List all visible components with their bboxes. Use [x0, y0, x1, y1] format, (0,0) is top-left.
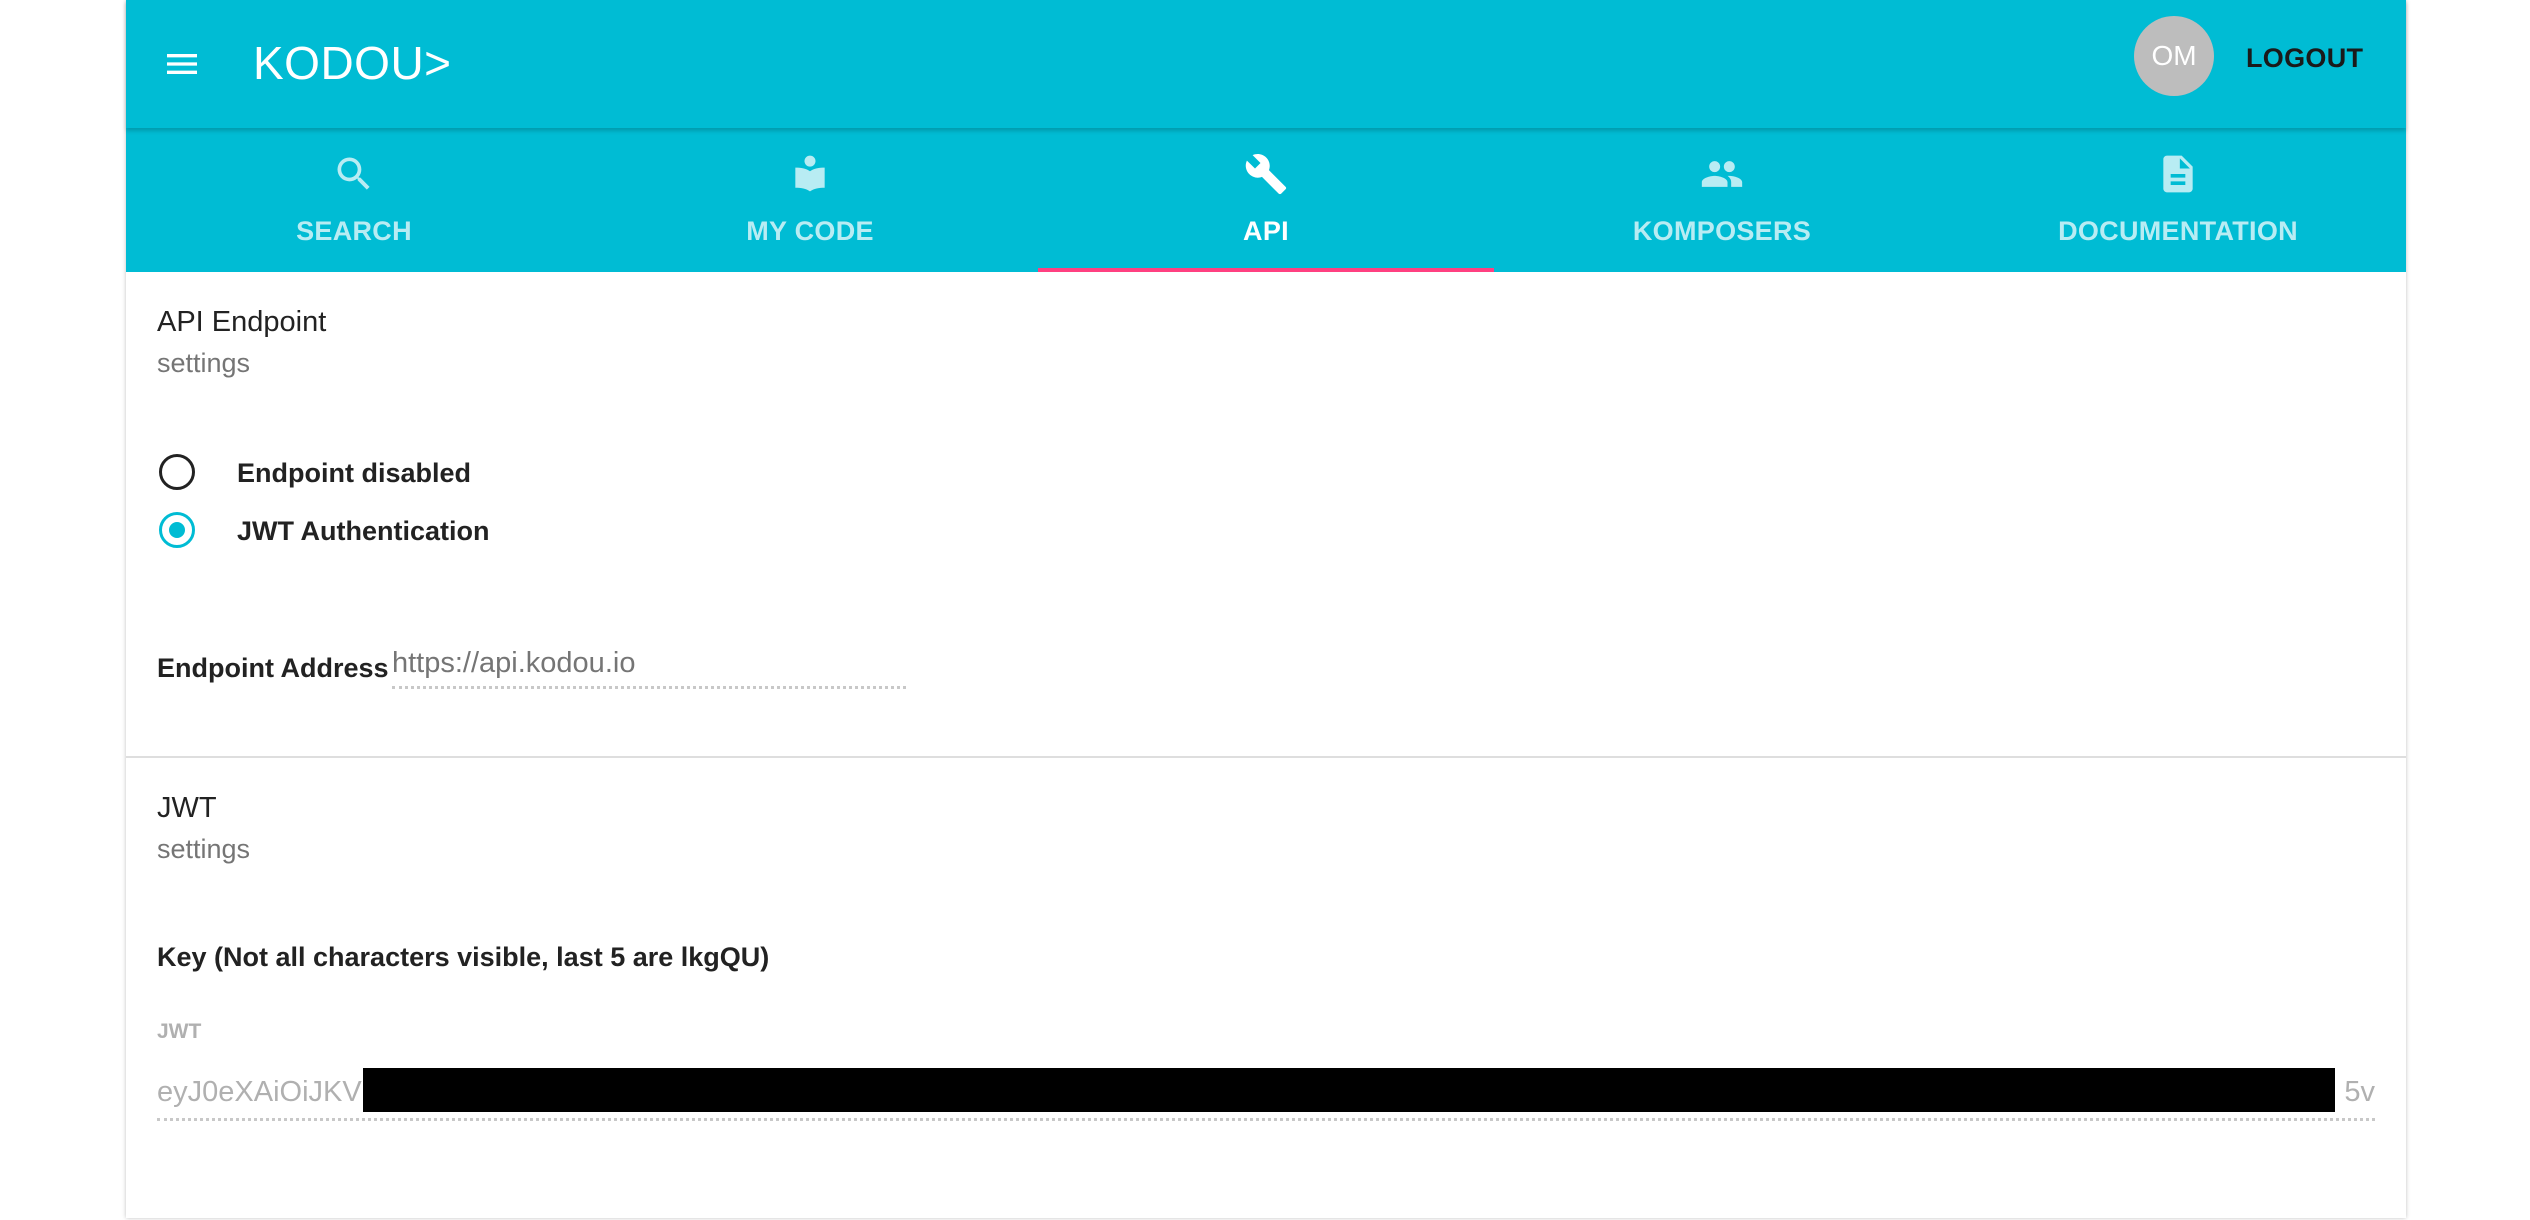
jwt-title: JWT: [157, 792, 217, 824]
radio-endpoint-disabled-label: Endpoint disabled: [237, 458, 471, 488]
document-icon: [2156, 152, 2200, 196]
tab-api[interactable]: API: [1038, 128, 1494, 272]
jwt-field-label: JWT: [157, 1020, 202, 1043]
tab-documentation[interactable]: DOCUMENTATION: [1950, 128, 2406, 272]
radio-jwt-authentication-label: JWT Authentication: [237, 516, 490, 546]
redaction-bar: [363, 1068, 2335, 1112]
tab-komposers[interactable]: KOMPOSERS: [1494, 128, 1950, 272]
search-icon: [332, 152, 376, 196]
book-reader-icon: [788, 152, 832, 196]
user-avatar[interactable]: OM: [2134, 16, 2214, 96]
tab-komposers-label: KOMPOSERS: [1632, 216, 1812, 246]
api-endpoint-subtitle: settings: [157, 348, 251, 378]
jwt-subtitle: settings: [157, 834, 251, 864]
api-endpoint-title: API Endpoint: [157, 306, 327, 338]
jwt-key-field[interactable]: eyJ0eXAiOiJKV 5v: [157, 1064, 2375, 1121]
app-logo[interactable]: KODOU>: [253, 30, 452, 96]
radio-button-checked[interactable]: [159, 512, 195, 548]
wrench-icon: [1244, 152, 1288, 196]
tab-my-code-label: MY CODE: [746, 216, 874, 246]
logout-button[interactable]: LOGOUT: [2246, 38, 2363, 78]
jwt-card: JWT settings Key (Not all characters vis…: [126, 756, 2406, 1220]
radio-selected-dot: [169, 522, 185, 538]
jwt-value-start: eyJ0eXAiOiJKV: [157, 1076, 362, 1108]
tab-documentation-label: DOCUMENTATION: [2058, 216, 2298, 246]
app-bar: KODOU> OM LOGOUT: [126, 0, 2406, 128]
people-icon: [1700, 152, 1744, 196]
app-window: KODOU> OM LOGOUT SEARCH MY CODE API KOMP…: [126, 0, 2406, 1218]
menu-icon[interactable]: [162, 44, 202, 84]
main-tabs: SEARCH MY CODE API KOMPOSERS DOCUMENTATI…: [126, 128, 2406, 272]
tab-search-label: SEARCH: [296, 216, 412, 246]
endpoint-address-input[interactable]: [392, 640, 906, 689]
tab-my-code[interactable]: MY CODE: [582, 128, 1038, 272]
api-endpoint-card: API Endpoint settings Endpoint disabled …: [126, 272, 2406, 756]
tab-api-label: API: [1243, 216, 1289, 246]
radio-button-unchecked[interactable]: [159, 454, 195, 490]
endpoint-address-label: Endpoint Address: [157, 653, 389, 683]
jwt-key-label: Key (Not all characters visible, last 5 …: [157, 942, 770, 972]
jwt-value-end: 5v: [2344, 1076, 2375, 1108]
tab-search[interactable]: SEARCH: [126, 128, 582, 272]
